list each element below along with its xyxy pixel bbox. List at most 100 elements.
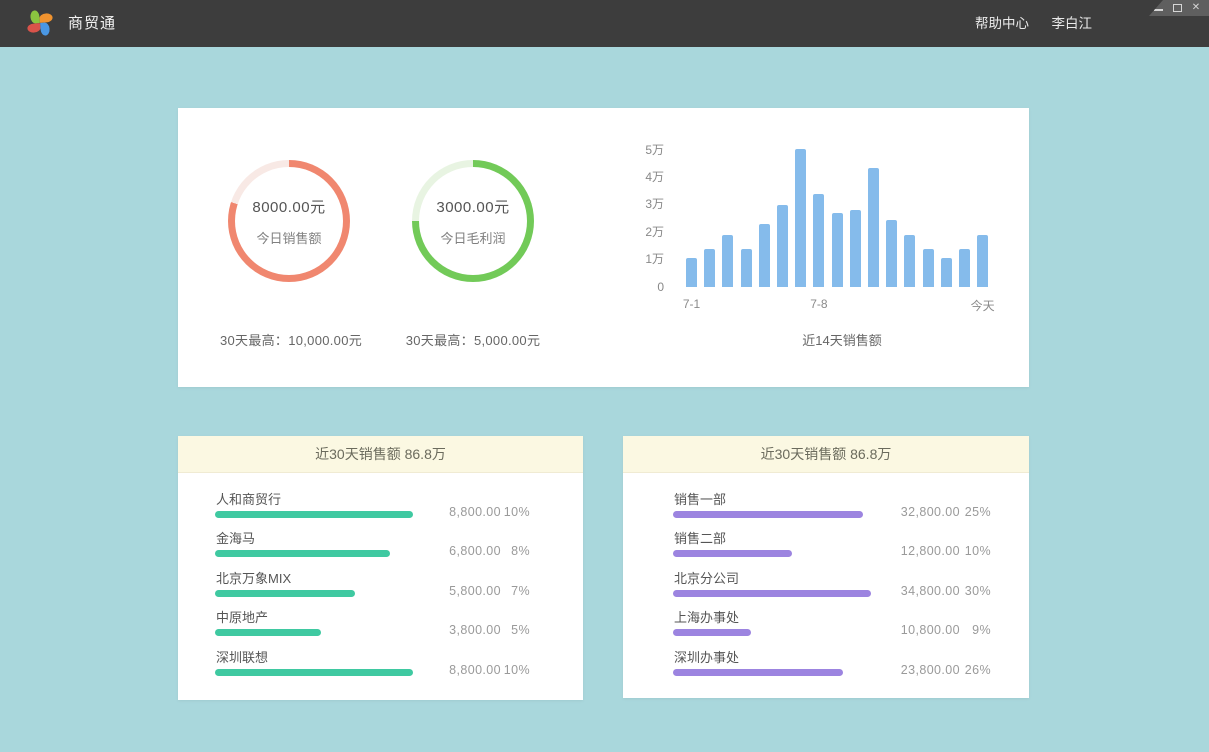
y-tick-label: 0	[598, 280, 664, 295]
sales-bar	[904, 235, 915, 287]
rank-row-value: 5,800.00	[401, 583, 501, 599]
rank-row[interactable]: 销售二部 12,800.0010%	[673, 531, 1029, 563]
rank-row-percent: 8%	[490, 543, 530, 559]
user-name-link[interactable]: 李白江	[1052, 0, 1093, 47]
x-tick-label: 7-1	[683, 297, 700, 311]
sales-x-axis: 7-17-8今天	[686, 297, 998, 313]
rank-row-value: 34,800.00	[860, 583, 960, 599]
rank-row[interactable]: 销售一部 32,800.0025%	[673, 492, 1029, 524]
topbar: 商贸通 帮助中心 李白江 ✕	[0, 0, 1209, 47]
rank-row[interactable]: 北京分公司 34,800.0030%	[673, 571, 1029, 603]
rank-row-percent: 9%	[951, 622, 991, 638]
rank-row-label: 北京分公司	[674, 571, 739, 587]
rank-row-value: 6,800.00	[401, 543, 501, 559]
rank-row[interactable]: 上海办事处10,800.009%	[673, 610, 1029, 642]
sales-bar	[868, 168, 879, 287]
rank-row-bar	[215, 629, 321, 636]
rank-row-label: 人和商贸行	[216, 492, 281, 508]
rank-row[interactable]: 深圳联想8,800.0010%	[215, 650, 583, 682]
sales-bar	[777, 205, 788, 287]
customer-rank-card: 近30天销售额 86.8万 人和商贸行8,800.0010%金海马6,800.0…	[178, 436, 583, 700]
rank-row-value: 32,800.00	[860, 504, 960, 520]
sales-bar	[886, 220, 897, 287]
dept-rank-rows: 销售一部 32,800.0025% 销售二部 12,800.0010% 北京分公司 34,…	[673, 436, 1029, 698]
sales-chart-caption: 近14天销售额	[686, 330, 998, 349]
today-profit-caption: 今日毛利润	[440, 228, 505, 247]
rank-row-percent: 26%	[951, 662, 991, 678]
rank-row-bar	[673, 629, 751, 636]
rank-row-label: 金海马	[216, 531, 255, 547]
logo-petal-orange	[39, 13, 53, 23]
sales-bar	[959, 249, 970, 287]
sales-bar	[741, 249, 752, 287]
sales-bar	[832, 213, 843, 287]
rank-row-label: 销售二部	[674, 531, 726, 547]
customer-rank-rows: 人和商贸行8,800.0010% 金海马 6,800.008% 北京万象MIX 5,80…	[215, 436, 583, 700]
rank-row-bar	[673, 669, 843, 676]
dept-rank-card: 近30天销售额 86.8万 销售一部32,800.0025%销售二部12,800…	[623, 436, 1029, 698]
rank-row-value: 23,800.00	[860, 662, 960, 678]
y-tick-label: 5万	[598, 143, 664, 158]
logo-petal-green	[30, 10, 40, 24]
sales-bar	[850, 210, 861, 287]
sales-bar	[941, 258, 952, 287]
x-tick-label: 今天	[971, 297, 995, 314]
profit-30day-max: 30天最高：5,000.00元	[371, 330, 575, 349]
app-window: 商贸通 帮助中心 李白江 ✕ 8000.00元 今日销售额 3000.00元 今…	[0, 0, 1209, 752]
rank-row-value: 12,800.00	[860, 543, 960, 559]
today-profit-donut-hole: 3000.00元 今日毛利润	[419, 167, 527, 275]
sales-y-axis: 0 1万 2万 3万 4万 5万	[598, 108, 664, 387]
sales-bar	[759, 224, 770, 287]
rank-row[interactable]: 金海马 6,800.008%	[215, 531, 583, 563]
window-controls: ✕	[1149, 0, 1209, 16]
today-sales-value: 8000.00元	[252, 196, 325, 217]
sales-bar	[722, 235, 733, 287]
y-tick-label: 3万	[598, 197, 664, 212]
today-profit-value: 3000.00元	[436, 196, 509, 217]
window-maximize-icon[interactable]	[1172, 3, 1182, 13]
rank-row-percent: 10%	[490, 504, 530, 520]
rank-row-percent: 5%	[490, 622, 530, 638]
logo-petal-blue	[40, 22, 50, 36]
window-close-icon[interactable]: ✕	[1191, 3, 1201, 13]
rank-row[interactable]: 中原地产 3,800.005%	[215, 610, 583, 642]
rank-row-label: 销售一部	[674, 492, 726, 508]
rank-row-percent: 25%	[951, 504, 991, 520]
app-title: 商贸通	[68, 0, 116, 47]
rank-row-percent: 7%	[490, 583, 530, 599]
rank-row-label: 上海办事处	[674, 610, 739, 626]
rank-row-percent: 10%	[951, 543, 991, 559]
sales-30day-max: 30天最高：10,000.00元	[189, 330, 393, 349]
sales-bar	[795, 149, 806, 287]
today-sales-donut: 8000.00元 今日销售额	[228, 160, 350, 282]
today-profit-donut: 3000.00元 今日毛利润	[412, 160, 534, 282]
app-logo-icon	[27, 10, 53, 36]
rank-row-percent: 10%	[490, 662, 530, 678]
sales-bar	[977, 235, 988, 287]
sales-bar-plot	[686, 141, 998, 287]
rank-row-percent: 30%	[951, 583, 991, 599]
rank-row-bar	[673, 550, 792, 557]
rank-row[interactable]: 北京万象MIX 5,800.007%	[215, 571, 583, 603]
rank-row-label: 深圳联想	[216, 650, 268, 666]
rank-row-value: 3,800.00	[401, 622, 501, 638]
overview-card: 8000.00元 今日销售额 3000.00元 今日毛利润 30天最高：10,0…	[178, 108, 1029, 387]
y-tick-label: 1万	[598, 252, 664, 267]
sales-bar	[686, 258, 697, 287]
today-sales-caption: 今日销售额	[256, 228, 321, 247]
window-minimize-icon[interactable]	[1153, 3, 1163, 13]
rank-row[interactable]: 深圳办事处23,800.0026%	[673, 650, 1029, 682]
today-sales-donut-hole: 8000.00元 今日销售额	[235, 167, 343, 275]
y-tick-label: 4万	[598, 170, 664, 185]
rank-row[interactable]: 人和商贸行8,800.0010%	[215, 492, 583, 524]
rank-row-bar	[215, 669, 413, 676]
rank-row-bar	[673, 590, 871, 597]
rank-row-bar	[215, 511, 413, 518]
rank-row-bar	[215, 590, 355, 597]
sales-bar	[923, 249, 934, 287]
rank-row-label: 中原地产	[216, 610, 268, 626]
rank-row-label: 北京万象MIX	[216, 571, 291, 587]
y-tick-label: 2万	[598, 225, 664, 240]
help-center-link[interactable]: 帮助中心	[975, 0, 1029, 47]
rank-row-bar	[673, 511, 863, 518]
